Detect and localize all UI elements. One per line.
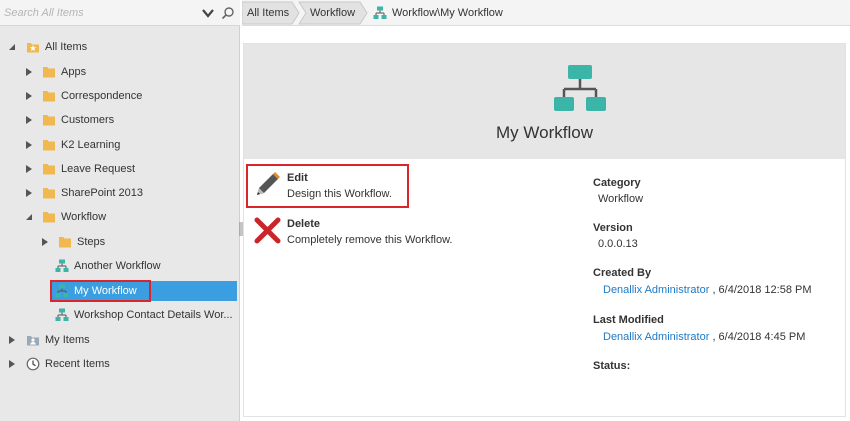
version-value: 0.0.0.13: [598, 238, 638, 250]
last-modified-label: Last Modified: [593, 314, 664, 326]
tree-item-label: Steps: [77, 236, 106, 248]
tree-item-label: Correspondence: [61, 90, 143, 102]
breadcrumb-workflow[interactable]: Workflow: [310, 0, 355, 26]
folder-icon: [43, 91, 55, 102]
tree-item-workshop-contact[interactable]: Workshop Contact Details Wor...: [55, 305, 233, 325]
collapsed-arrow-icon[interactable]: [8, 360, 16, 368]
tree-item-label: Workshop Contact Details Wor...: [74, 309, 233, 321]
my-items-icon: [27, 336, 39, 346]
modified-date: , 6/4/2018 4:45 PM: [712, 331, 806, 343]
tree-item-apps[interactable]: Apps: [25, 62, 86, 82]
tree-item-label: Recent Items: [45, 358, 110, 370]
category-label: Category: [593, 177, 641, 189]
collapsed-arrow-icon[interactable]: [25, 165, 33, 173]
tree-item-k2-learning[interactable]: K2 Learning: [25, 135, 120, 155]
highlight-box: [50, 280, 151, 302]
folder-icon: [59, 237, 71, 248]
folder-icon: [43, 67, 55, 78]
collapsed-arrow-icon[interactable]: [8, 336, 16, 344]
tree-item-label: Customers: [61, 114, 115, 126]
tree-item-label: Another Workflow: [74, 260, 161, 272]
collapsed-arrow-icon[interactable]: [25, 116, 33, 124]
breadcrumb: All Items Workflow Workflow\My Workflow: [242, 0, 850, 26]
hero-header: My Workflow: [244, 44, 845, 159]
tree-item-label: My Items: [45, 334, 90, 346]
tree-item-another-workflow[interactable]: Another Workflow: [55, 256, 161, 276]
workflow-icon: [55, 308, 69, 321]
tree-item-label: SharePoint 2013: [61, 187, 143, 199]
edit-highlight-box: [246, 164, 409, 208]
tree-item-label: Apps: [61, 66, 87, 78]
breadcrumb-label: All Items: [247, 7, 290, 19]
collapsed-arrow-icon[interactable]: [25, 92, 33, 100]
version-label: Version: [593, 222, 633, 234]
search-bar: [0, 0, 240, 26]
tree-item-all-items[interactable]: All Items: [8, 37, 87, 57]
recent-items-icon: [26, 357, 40, 371]
folder-icon: [43, 164, 55, 175]
breadcrumb-current: Workflow\My Workflow: [373, 0, 503, 26]
tree-item-label: Leave Request: [61, 163, 135, 175]
tree-item-label: Workflow: [61, 211, 107, 223]
collapsed-arrow-icon[interactable]: [25, 141, 33, 149]
tree-item-leave-request[interactable]: Leave Request: [25, 159, 135, 179]
collapsed-arrow-icon[interactable]: [25, 189, 33, 197]
folder-icon: [43, 212, 55, 223]
expanded-arrow-icon[interactable]: [8, 43, 16, 51]
folder-icon: [43, 115, 55, 126]
delete-title: Delete: [287, 218, 321, 230]
status-label: Status:: [593, 360, 631, 372]
breadcrumb-all-items[interactable]: All Items: [247, 0, 289, 26]
tree-item-sharepoint-2013[interactable]: SharePoint 2013: [25, 183, 143, 203]
star-folder-icon: [27, 43, 39, 53]
created-by-user-link[interactable]: Denallix Administrator: [603, 284, 709, 296]
search-icon[interactable]: [221, 6, 235, 20]
folder-icon: [43, 140, 55, 151]
delete-x-icon: [254, 217, 281, 244]
created-by-value: Denallix Administrator , 6/4/2018 12:58 …: [603, 284, 812, 296]
search-input[interactable]: [4, 3, 194, 23]
tree-item-label: All Items: [45, 41, 88, 53]
category-value: Workflow: [598, 193, 644, 205]
chevron-down-icon[interactable]: [201, 6, 215, 20]
modified-by-user-link[interactable]: Denallix Administrator: [603, 331, 709, 343]
delete-action[interactable]: Delete Completely remove this Workflow.: [254, 217, 452, 247]
last-modified-value: Denallix Administrator , 6/4/2018 4:45 P…: [603, 331, 805, 343]
tree-item-correspondence[interactable]: Correspondence: [25, 86, 142, 106]
collapsed-arrow-icon[interactable]: [41, 238, 49, 246]
expanded-arrow-icon[interactable]: [25, 213, 33, 221]
tree-item-customers[interactable]: Customers: [25, 110, 114, 130]
breadcrumb-label: Workflow\My Workflow: [392, 7, 503, 19]
tree-item-label: K2 Learning: [61, 139, 121, 151]
tree-item-steps[interactable]: Steps: [41, 232, 105, 252]
workflow-icon: [55, 259, 69, 272]
workflow-large-icon: [554, 65, 606, 111]
tree-item-recent-items[interactable]: Recent Items: [8, 354, 110, 374]
delete-description: Completely remove this Workflow.: [287, 234, 453, 246]
tree-item-workflow[interactable]: Workflow: [25, 207, 106, 227]
folder-icon: [43, 188, 55, 199]
navigation-panel: All Items Apps Correspondence Customers …: [0, 0, 240, 421]
breadcrumb-label: Workflow: [310, 7, 356, 19]
collapsed-arrow-icon[interactable]: [25, 68, 33, 76]
tree-item-my-items[interactable]: My Items: [8, 330, 90, 350]
created-date: , 6/4/2018 12:58 PM: [712, 284, 812, 296]
created-by-label: Created By: [593, 267, 652, 279]
page-title: My Workflow: [496, 123, 593, 142]
delete-action-text: Delete Completely remove this Workflow.: [287, 217, 452, 247]
workflow-icon: [373, 6, 387, 19]
